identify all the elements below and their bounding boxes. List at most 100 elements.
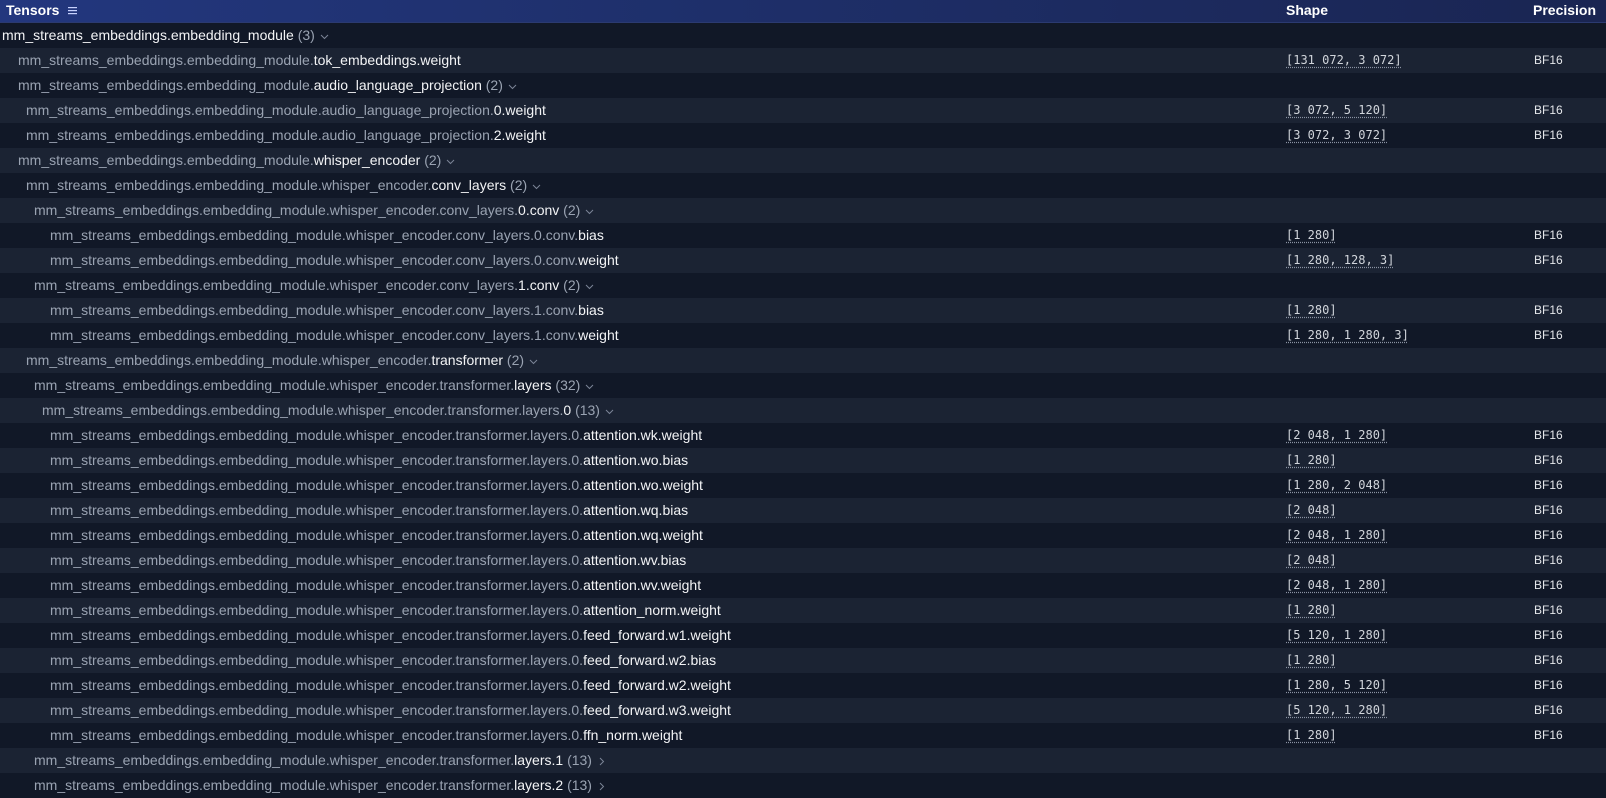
tensor-precision: BF16 — [1534, 703, 1563, 717]
tensor-name: mm_streams_embeddings.embedding_module.w… — [50, 723, 682, 748]
tensor-name: mm_streams_embeddings.embedding_module.a… — [18, 73, 517, 98]
tree-group-row[interactable]: mm_streams_embeddings.embedding_module.a… — [0, 73, 1606, 98]
chevron-down-icon[interactable] — [529, 357, 538, 366]
tensor-name: mm_streams_embeddings.embedding_module (… — [2, 23, 329, 48]
chevron-down-icon[interactable] — [532, 182, 541, 191]
chevron-down-icon[interactable] — [508, 82, 517, 91]
tensor-row: mm_streams_embeddings.embedding_module.w… — [0, 223, 1606, 248]
tree-group-row[interactable]: mm_streams_embeddings.embedding_module (… — [0, 23, 1606, 48]
list-menu-icon[interactable] — [68, 6, 78, 15]
tensor-shape: [1 280, 5 120] — [1286, 678, 1388, 692]
tensor-name-prefix: mm_streams_embeddings.embedding_module.w… — [50, 302, 579, 318]
tensor-row: mm_streams_embeddings.embedding_module.a… — [0, 98, 1606, 123]
tensor-row: mm_streams_embeddings.embedding_module.w… — [0, 248, 1606, 273]
tree-group-row[interactable]: mm_streams_embeddings.embedding_module.w… — [0, 173, 1606, 198]
tree-group-row[interactable]: mm_streams_embeddings.embedding_module.w… — [0, 373, 1606, 398]
tensor-name-prefix: mm_streams_embeddings.embedding_module.a… — [26, 102, 494, 118]
tree-group-row[interactable]: mm_streams_embeddings.embedding_module.w… — [0, 273, 1606, 298]
tensor-name-prefix: mm_streams_embeddings.embedding_module.w… — [26, 352, 432, 368]
tensor-precision: BF16 — [1534, 678, 1563, 692]
tensor-tree: mm_streams_embeddings.embedding_module (… — [0, 23, 1606, 798]
tensor-shape: [2 048, 1 280] — [1286, 428, 1388, 442]
tensor-row: mm_streams_embeddings.embedding_module.w… — [0, 598, 1606, 623]
tensor-name: mm_streams_embeddings.embedding_module.w… — [50, 623, 731, 648]
tensor-name-prefix: mm_streams_embeddings.embedding_module.w… — [50, 427, 584, 443]
tensor-name-leaf: feed_forward.w2.bias — [583, 652, 717, 668]
tensor-name-prefix: mm_streams_embeddings.embedding_module.w… — [50, 627, 584, 643]
tensor-name: mm_streams_embeddings.embedding_module.w… — [50, 448, 688, 473]
tensor-name-prefix: mm_streams_embeddings.embedding_module.w… — [34, 752, 515, 768]
tensor-precision: BF16 — [1534, 553, 1563, 567]
chevron-down-icon[interactable] — [585, 382, 594, 391]
tensor-precision: BF16 — [1534, 578, 1563, 592]
tensor-name: mm_streams_embeddings.embedding_module.w… — [50, 498, 688, 523]
tensor-name-leaf: attention.wq.bias — [583, 502, 689, 518]
tensor-row: mm_streams_embeddings.embedding_module.w… — [0, 723, 1606, 748]
tensor-name: mm_streams_embeddings.embedding_module.t… — [18, 48, 461, 73]
tensor-name-leaf: attention.wv.bias — [583, 552, 687, 568]
chevron-down-icon[interactable] — [585, 282, 594, 291]
tensor-shape: [1 280] — [1286, 653, 1337, 667]
tensor-name: mm_streams_embeddings.embedding_module.w… — [34, 198, 594, 223]
tensor-shape: [1 280] — [1286, 603, 1337, 617]
tree-group-row[interactable]: mm_streams_embeddings.embedding_module.w… — [0, 748, 1606, 773]
tensor-name-leaf: audio_language_projection — [313, 77, 482, 93]
tree-group-row[interactable]: mm_streams_embeddings.embedding_module.w… — [0, 773, 1606, 798]
tensor-shape: [3 072, 3 072] — [1286, 128, 1388, 142]
tensor-name: mm_streams_embeddings.embedding_module.w… — [50, 473, 703, 498]
tensor-name-leaf: bias — [578, 302, 604, 318]
chevron-down-icon[interactable] — [446, 157, 455, 166]
tensor-name-prefix: mm_streams_embeddings.embedding_module.w… — [50, 727, 584, 743]
tensor-name-leaf: layers — [514, 377, 552, 393]
chevron-right-icon[interactable] — [597, 782, 606, 791]
chevron-down-icon[interactable] — [320, 32, 329, 41]
tensor-name: mm_streams_embeddings.embedding_module.w… — [50, 248, 619, 273]
tensor-name: mm_streams_embeddings.embedding_module.w… — [34, 773, 606, 798]
tensor-row: mm_streams_embeddings.embedding_module.t… — [0, 48, 1606, 73]
precision-column-header: Precision — [1533, 2, 1597, 18]
tensor-name-prefix: mm_streams_embeddings.embedding_module. — [18, 152, 314, 168]
tensor-name-leaf: bias — [578, 227, 604, 243]
tensor-row: mm_streams_embeddings.embedding_module.w… — [0, 498, 1606, 523]
tree-group-row[interactable]: mm_streams_embeddings.embedding_module.w… — [0, 148, 1606, 173]
tensor-precision: BF16 — [1534, 453, 1563, 467]
child-count: (2) — [420, 152, 442, 168]
tensor-name-leaf: layers.1 — [514, 752, 564, 768]
tensor-name-prefix: mm_streams_embeddings.embedding_module.w… — [34, 277, 519, 293]
tensor-name: mm_streams_embeddings.embedding_module.w… — [34, 373, 594, 398]
tensor-name: mm_streams_embeddings.embedding_module.w… — [50, 298, 604, 323]
tensor-shape: [1 280] — [1286, 728, 1337, 742]
child-count: (2) — [503, 352, 525, 368]
tensor-precision: BF16 — [1534, 653, 1563, 667]
tensor-name-prefix: mm_streams_embeddings.embedding_module.w… — [42, 402, 564, 418]
tensor-name-leaf: conv_layers — [431, 177, 507, 193]
tensor-name-leaf: attention.wv.weight — [583, 577, 702, 593]
tensor-precision: BF16 — [1534, 103, 1563, 117]
chevron-down-icon[interactable] — [585, 207, 594, 216]
tensor-name-prefix: mm_streams_embeddings.embedding_module. — [18, 52, 314, 68]
tensor-name-leaf: weight — [578, 327, 619, 343]
tensor-name-leaf: 2.weight — [493, 127, 546, 143]
tensor-row: mm_streams_embeddings.embedding_module.w… — [0, 473, 1606, 498]
child-count: (3) — [293, 27, 315, 43]
tensor-precision: BF16 — [1534, 528, 1563, 542]
tensor-name-prefix: mm_streams_embeddings.embedding_module.w… — [50, 477, 584, 493]
tree-group-row[interactable]: mm_streams_embeddings.embedding_module.w… — [0, 398, 1606, 423]
tensor-name: mm_streams_embeddings.embedding_module.w… — [50, 698, 731, 723]
child-count: (32) — [551, 377, 581, 393]
chevron-down-icon[interactable] — [605, 407, 614, 416]
tensor-name-leaf: feed_forward.w1.weight — [583, 627, 731, 643]
tensor-name: mm_streams_embeddings.embedding_module.w… — [50, 648, 716, 673]
tensor-precision: BF16 — [1534, 303, 1563, 317]
chevron-right-icon[interactable] — [597, 757, 606, 766]
tree-group-row[interactable]: mm_streams_embeddings.embedding_module.w… — [0, 198, 1606, 223]
tensor-name-prefix: mm_streams_embeddings.embedding_module.w… — [50, 652, 584, 668]
tensor-row: mm_streams_embeddings.embedding_module.a… — [0, 123, 1606, 148]
tensor-name-leaf: feed_forward.w3.weight — [583, 702, 731, 718]
tensor-row: mm_streams_embeddings.embedding_module.w… — [0, 623, 1606, 648]
tree-group-row[interactable]: mm_streams_embeddings.embedding_module.w… — [0, 348, 1606, 373]
tensor-name-leaf: ffn_norm.weight — [583, 727, 683, 743]
tensor-name-leaf: transformer — [431, 352, 504, 368]
tensor-name-leaf: mm_streams_embeddings.embedding_module — [2, 27, 294, 43]
tensor-name: mm_streams_embeddings.embedding_module.a… — [26, 123, 546, 148]
